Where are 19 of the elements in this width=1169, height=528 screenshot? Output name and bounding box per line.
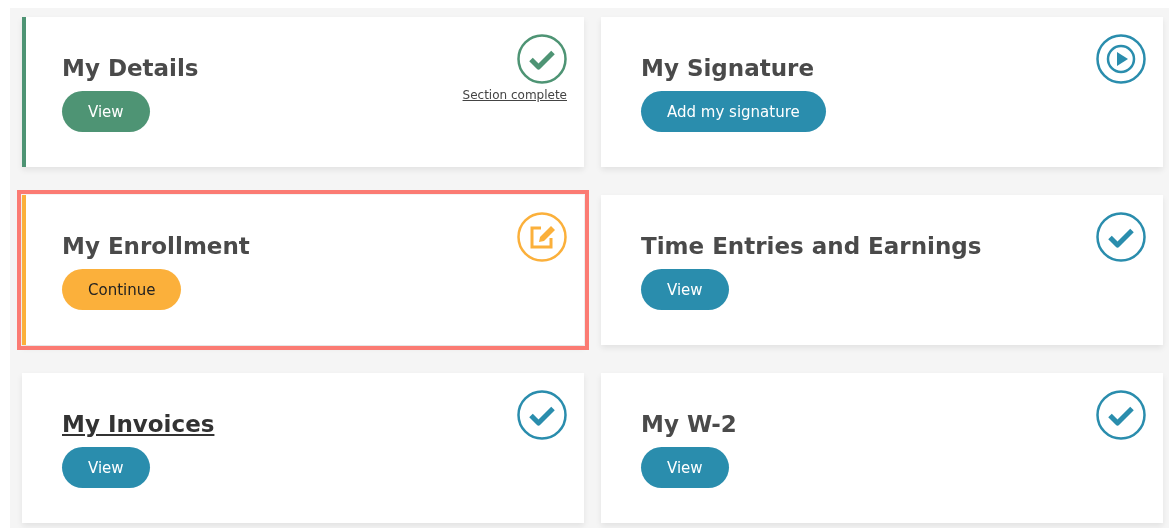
status-link[interactable]: Section complete: [462, 88, 567, 102]
check-circle-icon: [517, 390, 567, 440]
card-title: My Details: [62, 54, 199, 83]
action-button[interactable]: Add my signature: [641, 91, 826, 132]
play-circle-icon: [1096, 34, 1146, 84]
action-button[interactable]: View: [62, 447, 150, 488]
check-circle-icon: [1096, 390, 1146, 440]
action-button[interactable]: View: [641, 269, 729, 310]
check-circle-icon: [1096, 212, 1146, 262]
action-button[interactable]: Continue: [62, 269, 182, 310]
card-title: My W-2: [641, 410, 737, 439]
action-button[interactable]: View: [62, 91, 150, 132]
card-title: My Signature: [641, 54, 814, 83]
action-button[interactable]: View: [641, 447, 729, 488]
card-title: My Enrollment: [62, 232, 250, 261]
card-title-link[interactable]: My Invoices: [62, 408, 215, 440]
edit-icon: [517, 212, 567, 262]
card-title: Time Entries and Earnings: [641, 232, 982, 261]
check-circle-icon: [517, 34, 567, 84]
